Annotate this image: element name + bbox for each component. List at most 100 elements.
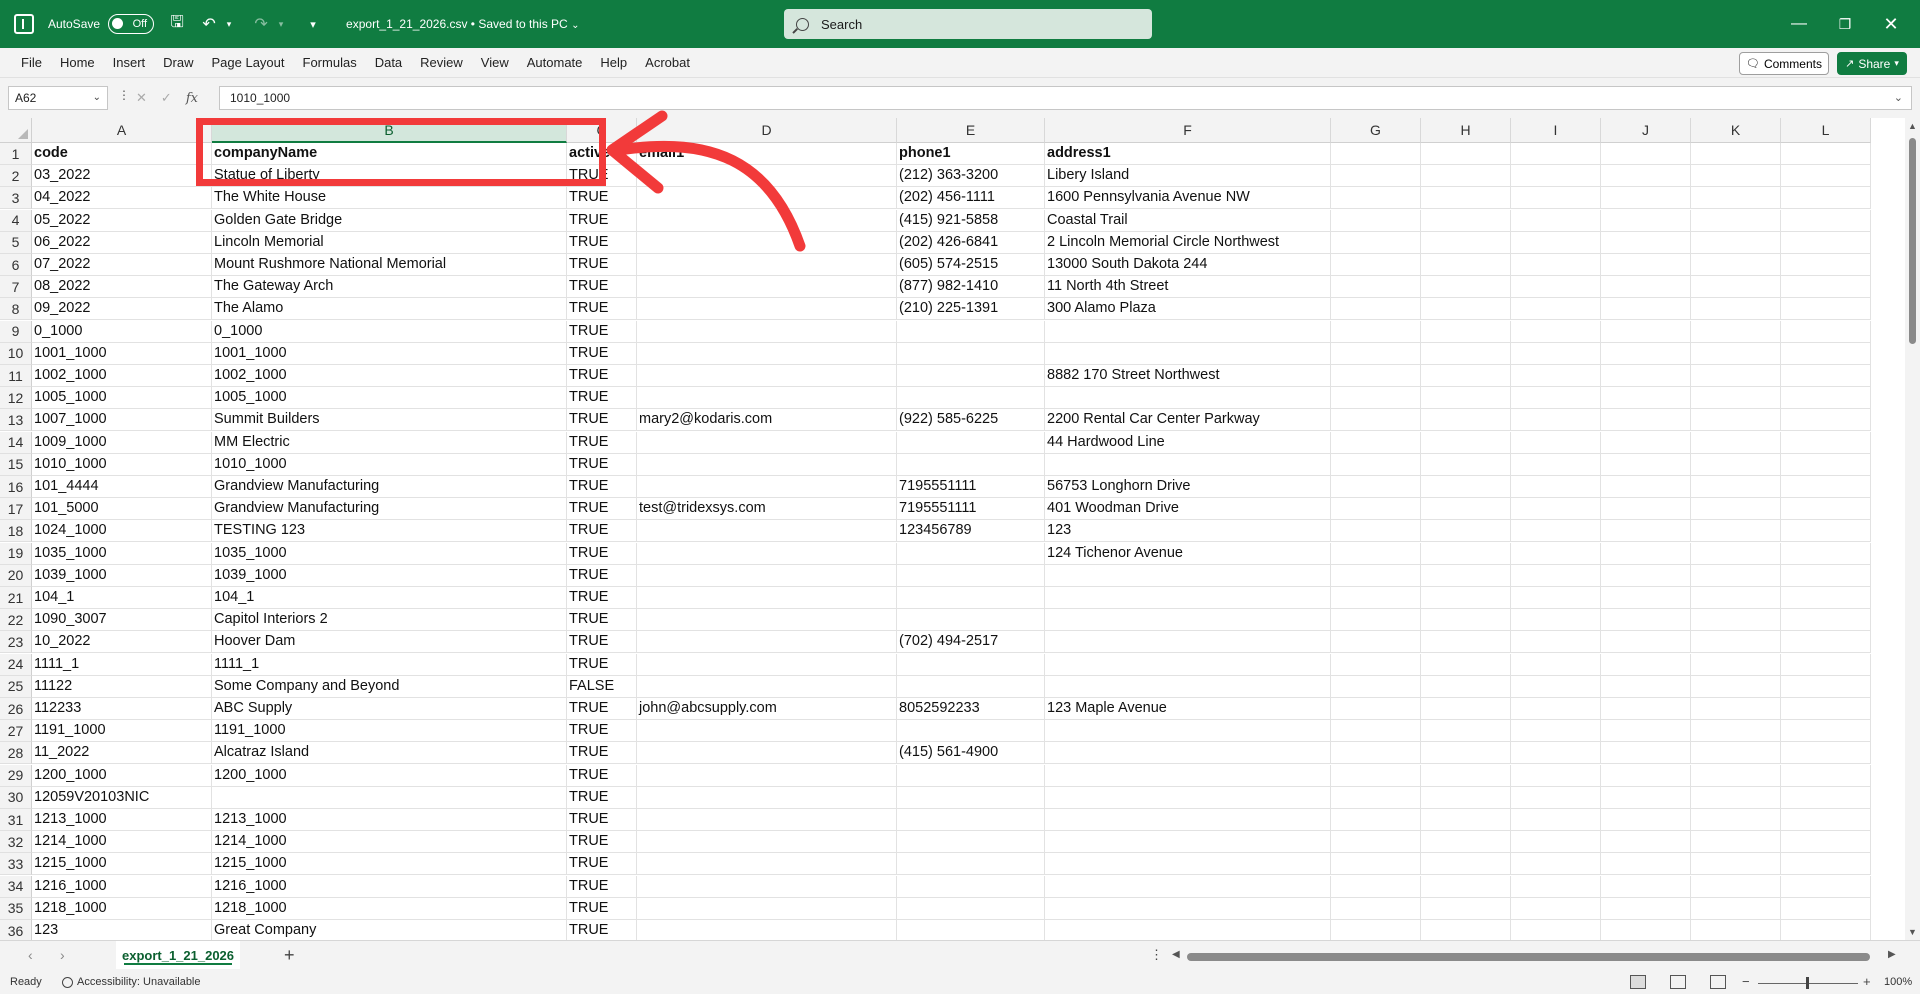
add-sheet-icon[interactable]: + — [284, 945, 295, 966]
cell-h10[interactable] — [1421, 342, 1511, 365]
cell-d35[interactable] — [637, 897, 897, 920]
cell-k36[interactable] — [1691, 920, 1781, 940]
cell-c27[interactable]: TRUE — [567, 720, 637, 743]
cell-f1[interactable]: address1 — [1045, 143, 1331, 165]
cell-i14[interactable] — [1511, 431, 1601, 454]
cell-f5[interactable]: 2 Lincoln Memorial Circle Northwest — [1045, 231, 1331, 254]
cell-d10[interactable] — [637, 342, 897, 365]
cell-d3[interactable] — [637, 187, 897, 210]
cell-c5[interactable]: TRUE — [567, 231, 637, 254]
cell-b22[interactable]: Capitol Interiors 2 — [212, 609, 567, 632]
cell-j6[interactable] — [1601, 254, 1691, 276]
cell-a8[interactable]: 09_2022 — [32, 298, 212, 321]
cell-g4[interactable] — [1331, 209, 1421, 232]
cell-k10[interactable] — [1691, 342, 1781, 365]
cell-j16[interactable] — [1601, 476, 1691, 498]
cell-j22[interactable] — [1601, 609, 1691, 632]
cell-i16[interactable] — [1511, 476, 1601, 498]
menu-home[interactable]: Home — [51, 48, 104, 78]
cell-i2[interactable] — [1511, 165, 1601, 188]
cell-k17[interactable] — [1691, 498, 1781, 521]
cell-g20[interactable] — [1331, 564, 1421, 587]
row-header[interactable]: 24 — [0, 653, 32, 676]
cell-h24[interactable] — [1421, 653, 1511, 676]
cell-l5[interactable] — [1781, 231, 1871, 254]
cell-i11[interactable] — [1511, 365, 1601, 387]
row-header[interactable]: 10 — [0, 342, 32, 365]
cell-l25[interactable] — [1781, 675, 1871, 698]
comments-button[interactable]: 🗨 Comments — [1739, 52, 1829, 75]
cell-b9[interactable]: 0_1000 — [212, 320, 567, 343]
cell-l3[interactable] — [1781, 187, 1871, 210]
cell-l15[interactable] — [1781, 453, 1871, 476]
cell-b36[interactable]: Great Company — [212, 920, 567, 940]
cell-j27[interactable] — [1601, 720, 1691, 743]
cell-l4[interactable] — [1781, 209, 1871, 232]
row-header[interactable]: 23 — [0, 631, 32, 654]
cell-h7[interactable] — [1421, 276, 1511, 299]
cell-h33[interactable] — [1421, 853, 1511, 876]
scroll-down-icon[interactable]: ▼ — [1908, 927, 1917, 937]
cell-d7[interactable] — [637, 276, 897, 299]
cell-f34[interactable] — [1045, 875, 1331, 898]
cell-a35[interactable]: 1218_1000 — [32, 897, 212, 920]
cell-i18[interactable] — [1511, 520, 1601, 543]
autosave-toggle[interactable]: Off — [108, 14, 155, 34]
cell-e32[interactable] — [897, 831, 1045, 854]
cell-e8[interactable]: (210) 225-1391 — [897, 298, 1045, 321]
cell-e29[interactable] — [897, 764, 1045, 787]
cell-e10[interactable] — [897, 342, 1045, 365]
cell-b23[interactable]: Hoover Dam — [212, 631, 567, 654]
cell-c23[interactable]: TRUE — [567, 631, 637, 654]
cell-d8[interactable] — [637, 298, 897, 321]
cell-l31[interactable] — [1781, 809, 1871, 831]
cell-l20[interactable] — [1781, 564, 1871, 587]
cell-b28[interactable]: Alcatraz Island — [212, 742, 567, 765]
cell-i13[interactable] — [1511, 409, 1601, 432]
cell-b10[interactable]: 1001_1000 — [212, 342, 567, 365]
cell-b29[interactable]: 1200_1000 — [212, 764, 567, 787]
cell-e5[interactable]: (202) 426-6841 — [897, 231, 1045, 254]
cell-k21[interactable] — [1691, 587, 1781, 609]
cell-d28[interactable] — [637, 742, 897, 765]
cell-a7[interactable]: 08_2022 — [32, 276, 212, 299]
cell-f27[interactable] — [1045, 720, 1331, 743]
cell-g27[interactable] — [1331, 720, 1421, 743]
cell-b14[interactable]: MM Electric — [212, 431, 567, 454]
cell-a17[interactable]: 101_5000 — [32, 498, 212, 521]
cell-b32[interactable]: 1214_1000 — [212, 831, 567, 854]
cell-j26[interactable] — [1601, 698, 1691, 720]
cell-e18[interactable]: 123456789 — [897, 520, 1045, 543]
cell-e22[interactable] — [897, 609, 1045, 632]
cell-j30[interactable] — [1601, 786, 1691, 809]
cell-k15[interactable] — [1691, 453, 1781, 476]
cell-g19[interactable] — [1331, 542, 1421, 565]
cell-d6[interactable] — [637, 254, 897, 276]
cell-f26[interactable]: 123 Maple Avenue — [1045, 698, 1331, 720]
cell-i21[interactable] — [1511, 587, 1601, 609]
cell-a22[interactable]: 1090_3007 — [32, 609, 212, 632]
menu-file[interactable]: File — [12, 48, 51, 78]
cell-a25[interactable]: 11122 — [32, 675, 212, 698]
cell-i22[interactable] — [1511, 609, 1601, 632]
cell-d5[interactable] — [637, 231, 897, 254]
cell-l26[interactable] — [1781, 698, 1871, 720]
cell-c33[interactable]: TRUE — [567, 853, 637, 876]
cell-d4[interactable] — [637, 209, 897, 232]
cell-c10[interactable]: TRUE — [567, 342, 637, 365]
row-header[interactable]: 20 — [0, 564, 32, 587]
cell-a12[interactable]: 1005_1000 — [32, 387, 212, 410]
menu-help[interactable]: Help — [591, 48, 636, 78]
cell-h17[interactable] — [1421, 498, 1511, 521]
cell-b12[interactable]: 1005_1000 — [212, 387, 567, 410]
cell-i6[interactable] — [1511, 254, 1601, 276]
cell-d15[interactable] — [637, 453, 897, 476]
cell-f24[interactable] — [1045, 653, 1331, 676]
cell-c26[interactable]: TRUE — [567, 698, 637, 720]
cell-d23[interactable] — [637, 631, 897, 654]
cell-f22[interactable] — [1045, 609, 1331, 632]
search-box[interactable]: Search — [784, 9, 1152, 39]
cell-e23[interactable]: (702) 494-2517 — [897, 631, 1045, 654]
cell-f28[interactable] — [1045, 742, 1331, 765]
cell-f2[interactable]: Libery Island — [1045, 165, 1331, 188]
